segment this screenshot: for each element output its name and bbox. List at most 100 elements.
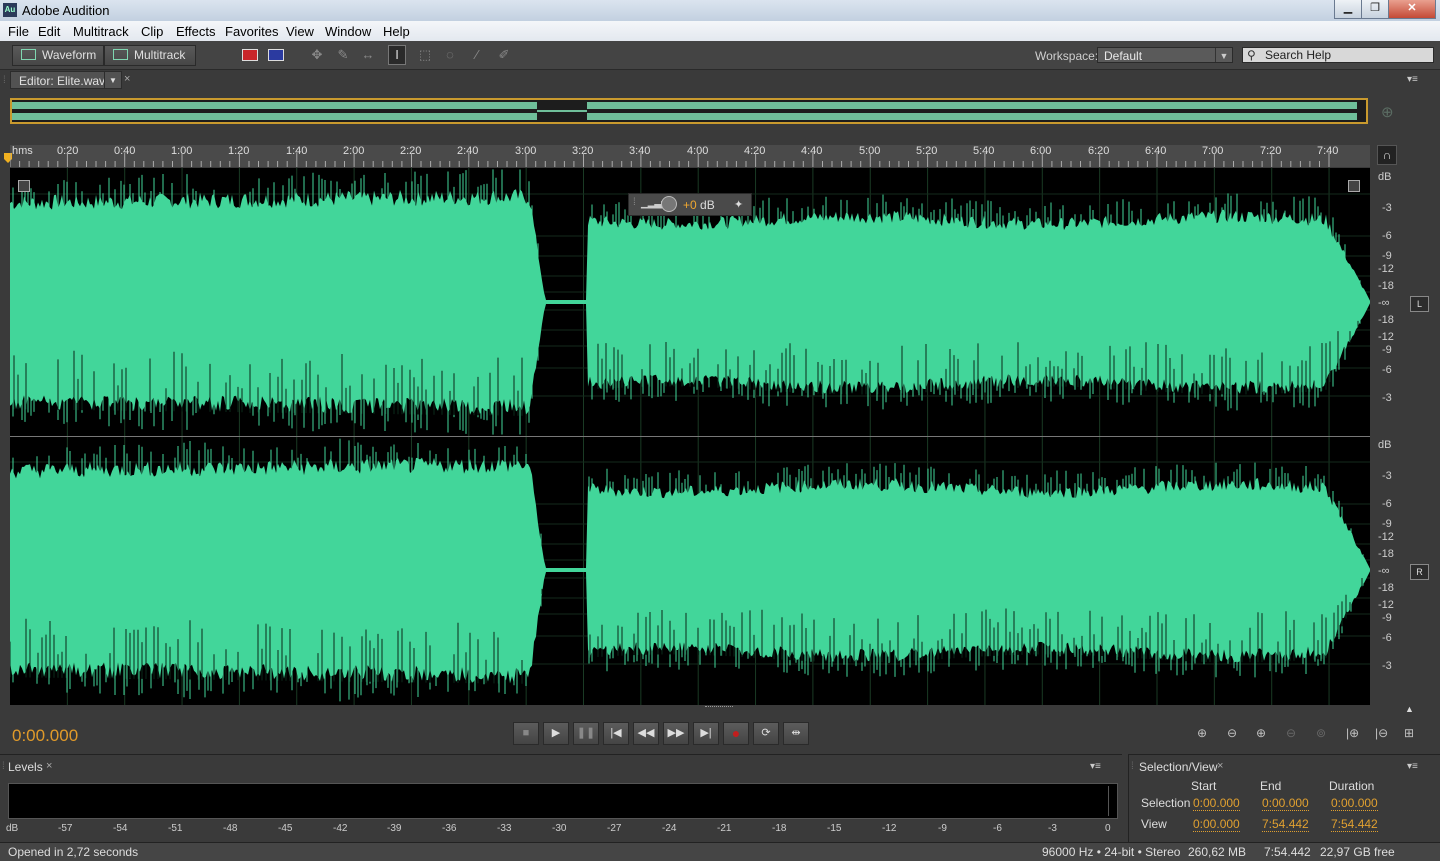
maximize-button[interactable]: ❐ bbox=[1361, 0, 1389, 19]
headphones-icon[interactable]: ∩ bbox=[1377, 145, 1397, 165]
levels-scale-label: -24 bbox=[662, 823, 677, 834]
volume-hud[interactable]: ⁞ ▁▂▃▅ +0 dB ✦ bbox=[628, 193, 752, 216]
search-help-input[interactable]: ⚲ Search Help bbox=[1242, 47, 1434, 63]
view-start-field[interactable]: 0:00.000 bbox=[1193, 817, 1240, 832]
levels-meter bbox=[8, 783, 1118, 819]
hud-volume-value[interactable]: +0 bbox=[683, 198, 697, 212]
skip-selection-button[interactable]: ⇹ bbox=[783, 722, 809, 745]
levels-scale-label: -3 bbox=[1048, 823, 1057, 834]
zoom-to-selection-icon[interactable]: ⊕ bbox=[1381, 103, 1394, 121]
scroll-up-icon[interactable]: ▲ bbox=[1405, 704, 1414, 714]
spectral-frequency-display-icon[interactable] bbox=[242, 49, 258, 61]
zoom-out-amplitude-icon[interactable]: ⊖ bbox=[1227, 726, 1237, 740]
levels-scale-label: -6 bbox=[993, 823, 1002, 834]
pin-icon[interactable]: ✦ bbox=[734, 198, 743, 211]
zoom-out-full-icon[interactable]: ⊚ bbox=[1316, 726, 1326, 740]
menu-window[interactable]: Window bbox=[325, 24, 371, 39]
levels-scale-label: -54 bbox=[113, 823, 128, 834]
selection-duration-field[interactable]: 0:00.000 bbox=[1331, 796, 1378, 811]
editor-tab[interactable]: Editor: Elite.wav ▼ bbox=[10, 71, 122, 89]
channel-right-toggle[interactable]: R bbox=[1410, 564, 1429, 580]
move-to-next-button[interactable]: ▶| bbox=[693, 722, 719, 745]
panel-menu-icon[interactable]: ▾≡ bbox=[1407, 762, 1421, 772]
selection-row-label: Selection bbox=[1141, 796, 1191, 810]
spectral-pitch-display-icon[interactable] bbox=[268, 49, 284, 61]
column-header-duration: Duration bbox=[1329, 779, 1375, 793]
db-label: -6 bbox=[1382, 632, 1392, 644]
zoom-to-selection-left-icon[interactable]: |⊖ bbox=[1375, 726, 1388, 740]
menu-view[interactable]: View bbox=[286, 24, 314, 39]
menu-multitrack[interactable]: Multitrack bbox=[73, 24, 129, 39]
db-label: -9 bbox=[1382, 612, 1392, 624]
loop-playback-button[interactable]: ⟳ bbox=[753, 722, 779, 745]
db-label: -3 bbox=[1382, 660, 1392, 672]
menu-effects[interactable]: Effects bbox=[176, 24, 216, 39]
move-to-previous-button[interactable]: |◀ bbox=[603, 722, 629, 745]
fade-in-handle-icon[interactable] bbox=[18, 180, 30, 192]
panel-gripper[interactable]: ⁞ bbox=[2, 761, 5, 772]
close-icon[interactable]: × bbox=[46, 760, 52, 772]
panel-gripper[interactable]: ⁞ bbox=[1131, 761, 1134, 772]
menu-favorites[interactable]: Favorites bbox=[225, 24, 278, 39]
fade-out-handle-icon[interactable] bbox=[1348, 180, 1360, 192]
slip-tool-icon[interactable]: ↔ bbox=[361, 48, 375, 62]
zoom-in-time-icon[interactable]: ⊕ bbox=[1256, 726, 1266, 740]
audio-format-info: 96000 Hz • 24-bit • Stereo bbox=[1042, 845, 1181, 859]
close-icon[interactable]: × bbox=[1217, 760, 1223, 772]
db-label: -18 bbox=[1378, 314, 1394, 326]
status-bar: Opened in 2,72 seconds 96000 Hz • 24-bit… bbox=[0, 842, 1440, 861]
levels-scale-label: 0 bbox=[1105, 823, 1111, 834]
db-label: -12 bbox=[1378, 263, 1394, 275]
channel-left-toggle[interactable]: L bbox=[1410, 296, 1429, 312]
panel-gripper[interactable]: ⁞ bbox=[3, 75, 6, 86]
record-button[interactable]: ● bbox=[723, 722, 749, 745]
play-button[interactable]: ▶ bbox=[543, 722, 569, 745]
workspace-select[interactable]: Default ▼ bbox=[1097, 47, 1233, 63]
overview-waveform[interactable] bbox=[10, 98, 1368, 124]
move-tool-icon[interactable]: ✥ bbox=[310, 48, 324, 62]
brush-tool-icon[interactable]: ⁄ bbox=[470, 48, 484, 62]
menu-help[interactable]: Help bbox=[383, 24, 410, 39]
panel-menu-icon[interactable]: ▾≡ bbox=[1407, 75, 1421, 85]
close-icon[interactable]: × bbox=[124, 73, 130, 85]
menu-file[interactable]: File bbox=[8, 24, 29, 39]
waveform-display[interactable] bbox=[10, 168, 1370, 705]
db-label: -12 bbox=[1378, 599, 1394, 611]
lasso-tool-icon[interactable]: ◌ bbox=[443, 48, 457, 62]
time-selection-tool-icon[interactable]: I bbox=[388, 45, 406, 65]
menu-edit[interactable]: Edit bbox=[38, 24, 60, 39]
razor-tool-icon[interactable]: ✎ bbox=[336, 48, 350, 62]
multitrack-icon bbox=[113, 49, 128, 60]
zoom-to-selection-right-icon[interactable]: ⊞ bbox=[1404, 726, 1414, 740]
volume-knob-icon[interactable] bbox=[661, 196, 677, 212]
levels-panel: ⁞ Levels × ▾≡ dB -57 -54 -51 -48 -45 -42… bbox=[0, 754, 1122, 843]
close-button[interactable]: ✕ bbox=[1388, 0, 1436, 19]
pause-button[interactable]: ❚❚ bbox=[573, 722, 599, 745]
spot-healing-tool-icon[interactable]: ✐ bbox=[497, 48, 511, 62]
panel-menu-icon[interactable]: ▾≡ bbox=[1090, 762, 1104, 772]
multitrack-view-button[interactable]: Multitrack bbox=[104, 45, 196, 66]
marquee-tool-icon[interactable]: ⬚ bbox=[418, 48, 432, 62]
hud-gripper[interactable]: ⁞ bbox=[633, 197, 636, 208]
menu-clip[interactable]: Clip bbox=[141, 24, 163, 39]
view-duration-field[interactable]: 7:54.442 bbox=[1331, 817, 1378, 832]
zoom-in-amplitude-icon[interactable]: ⊕ bbox=[1197, 726, 1207, 740]
rewind-button[interactable]: ◀◀ bbox=[633, 722, 659, 745]
peak-indicator bbox=[1108, 786, 1113, 816]
waveform-view-button[interactable]: Waveform bbox=[12, 45, 104, 66]
view-end-field[interactable]: 7:54.442 bbox=[1262, 817, 1309, 832]
levels-tab[interactable]: Levels bbox=[8, 760, 43, 774]
current-time-display[interactable]: 0:00.000 bbox=[12, 726, 78, 746]
timeline-ruler[interactable]: hms 0:20 0:40 1:00 1:20 1:40 2:00 2:20 2… bbox=[4, 145, 1370, 167]
selection-view-tab[interactable]: Selection/View bbox=[1139, 760, 1218, 774]
panel-resize-handle[interactable] bbox=[705, 706, 733, 711]
stop-button[interactable]: ■ bbox=[513, 722, 539, 745]
minimize-button[interactable]: ▁ bbox=[1334, 0, 1362, 19]
selection-end-field[interactable]: 0:00.000 bbox=[1262, 796, 1309, 811]
levels-scale-label: -15 bbox=[827, 823, 842, 834]
chevron-down-icon[interactable]: ▼ bbox=[104, 72, 121, 88]
selection-start-field[interactable]: 0:00.000 bbox=[1193, 796, 1240, 811]
fast-forward-button[interactable]: ▶▶ bbox=[663, 722, 689, 745]
zoom-in-point-icon[interactable]: |⊕ bbox=[1346, 726, 1359, 740]
zoom-out-time-icon[interactable]: ⊖ bbox=[1286, 726, 1296, 740]
